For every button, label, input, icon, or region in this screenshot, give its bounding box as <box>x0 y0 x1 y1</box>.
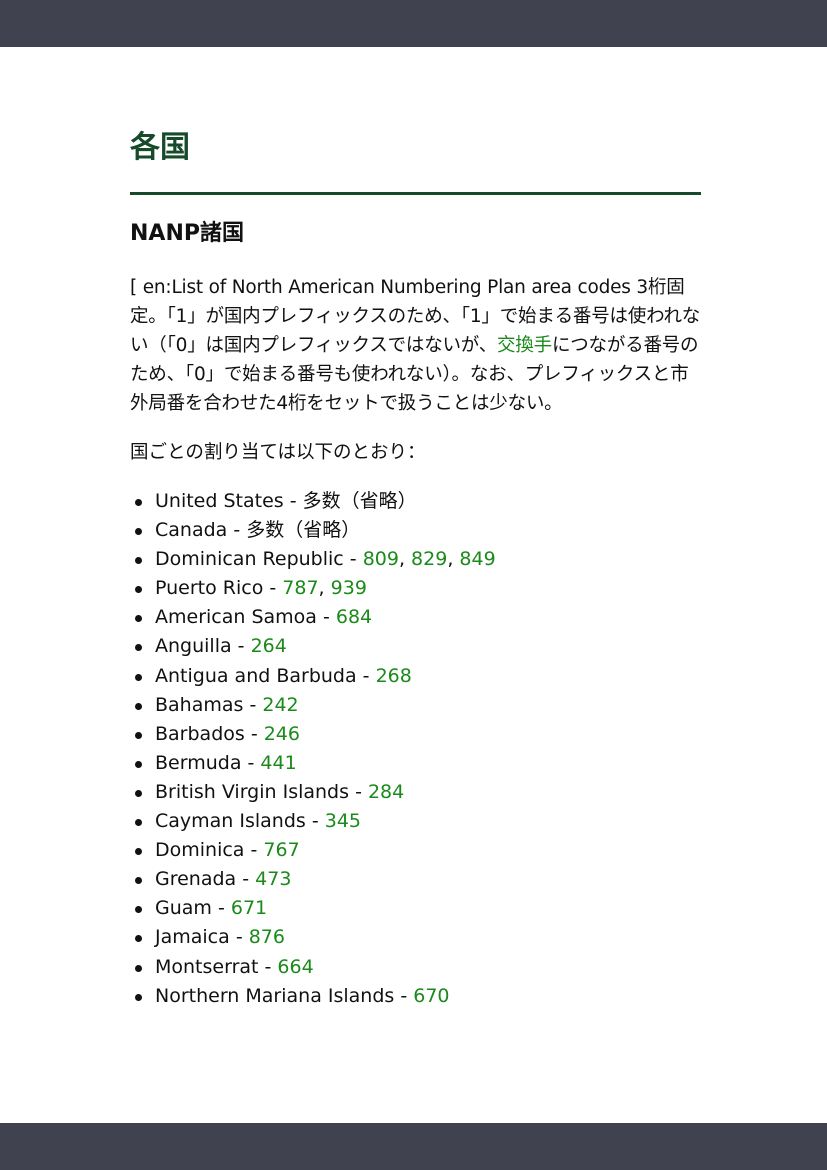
country-name: Bahamas <box>155 693 244 716</box>
area-code-link[interactable]: 242 <box>262 694 298 716</box>
country-list-item: British Virgin Islands - 284 <box>130 778 701 807</box>
country-name: Dominican Republic <box>155 548 344 571</box>
country-separator: - <box>356 664 376 687</box>
operator-link[interactable]: 交換手 <box>497 335 552 356</box>
country-name: Montserrat <box>155 955 259 978</box>
country-separator: - <box>227 519 247 542</box>
area-code-link[interactable]: 684 <box>336 606 372 628</box>
intro-paragraph: [ en:List of North American Numbering Pl… <box>130 273 701 418</box>
country-separator: - <box>229 926 249 949</box>
area-code-link[interactable]: 473 <box>255 868 291 890</box>
country-list-item: American Samoa - 684 <box>130 603 701 632</box>
area-code-link[interactable]: 345 <box>325 810 361 832</box>
country-list-item: Jamaica - 876 <box>130 923 701 952</box>
country-list-item: Northern Mariana Islands - 670 <box>130 982 701 1011</box>
area-code-link[interactable]: 767 <box>263 839 299 861</box>
country-separator: - <box>244 839 264 862</box>
area-code-link[interactable]: 246 <box>264 723 300 745</box>
country-name: Canada <box>155 519 228 542</box>
country-list-item: Dominican Republic - 809, 829, 849 <box>130 545 701 574</box>
area-code-link[interactable]: 671 <box>231 897 267 919</box>
area-code-link[interactable]: 849 <box>459 548 495 570</box>
bottom-bar <box>0 1123 827 1170</box>
country-separator: - <box>236 868 256 891</box>
country-separator: - <box>244 722 264 745</box>
country-list-item: Montserrat - 664 <box>130 953 701 982</box>
country-list-item: Bahamas - 242 <box>130 691 701 720</box>
country-list-item: Barbados - 246 <box>130 720 701 749</box>
country-separator: - <box>305 810 325 833</box>
country-name: Barbados <box>155 722 245 745</box>
country-list-item: Bermuda - 441 <box>130 749 701 778</box>
area-code-link[interactable]: 264 <box>251 635 287 657</box>
page-title: 各国 <box>130 128 701 195</box>
area-code-link[interactable]: 441 <box>260 752 296 774</box>
country-separator: - <box>263 577 283 600</box>
country-list-item: Cayman Islands - 345 <box>130 807 701 836</box>
country-list-item: Anguilla - 264 <box>130 632 701 661</box>
country-name: Jamaica <box>155 926 230 949</box>
country-list-item: Canada - 多数（省略） <box>130 516 701 545</box>
country-separator: - <box>316 606 336 629</box>
section-heading: NANP諸国 <box>130 221 244 246</box>
area-code-link[interactable]: 809 <box>363 548 399 570</box>
area-code-link[interactable]: 670 <box>413 985 449 1007</box>
country-separator: - <box>394 984 414 1007</box>
country-name: Northern Mariana Islands <box>155 984 395 1007</box>
area-code-link[interactable]: 664 <box>277 956 313 978</box>
country-list-item: United States - 多数（省略） <box>130 487 701 516</box>
country-list-item: Grenada - 473 <box>130 865 701 894</box>
area-code-link[interactable]: 829 <box>411 548 447 570</box>
country-separator: - <box>349 780 368 803</box>
country-separator: - <box>258 955 278 978</box>
country-name: British Virgin Islands <box>155 780 350 803</box>
area-code-link[interactable]: 787 <box>282 577 318 599</box>
country-separator: - <box>241 751 261 774</box>
country-list-item: Guam - 671 <box>130 894 701 923</box>
area-code-link[interactable]: 939 <box>331 577 367 599</box>
country-note: 多数（省略） <box>246 519 361 542</box>
country-separator: - <box>211 897 231 920</box>
area-code-link[interactable]: 268 <box>376 665 412 687</box>
allocation-intro: 国ごとの割り当ては以下のとおり： <box>130 442 426 463</box>
country-name: Guam <box>155 897 212 920</box>
country-note: 多数（省略） <box>302 490 417 512</box>
country-separator: - <box>343 548 363 571</box>
country-separator: - <box>231 635 251 658</box>
article-content: 各国 NANP諸国 [ en:List of North American Nu… <box>130 128 701 1011</box>
country-separator: - <box>243 693 263 716</box>
area-code-link[interactable]: 876 <box>249 926 285 948</box>
country-list-item: Puerto Rico - 787, 939 <box>130 574 701 603</box>
country-name: Dominica <box>155 839 245 862</box>
area-code-link[interactable]: 284 <box>368 781 404 803</box>
country-name: Anguilla <box>155 635 232 658</box>
country-name: American Samoa <box>155 606 317 629</box>
country-list-item: Dominica - 767 <box>130 836 701 865</box>
country-list: United States - 多数（省略） Canada - 多数（省略） Dom… <box>130 487 701 1011</box>
country-name: Bermuda <box>155 751 242 774</box>
country-list-item: Antigua and Barbuda - 268 <box>130 662 701 691</box>
country-name: Antigua and Barbuda <box>155 664 357 687</box>
country-name: Cayman Islands <box>155 810 306 833</box>
country-separator: - <box>283 490 303 512</box>
country-name: Grenada <box>155 868 237 891</box>
country-name: United States <box>155 490 284 512</box>
country-name: Puerto Rico <box>155 577 264 600</box>
top-bar <box>0 0 827 47</box>
